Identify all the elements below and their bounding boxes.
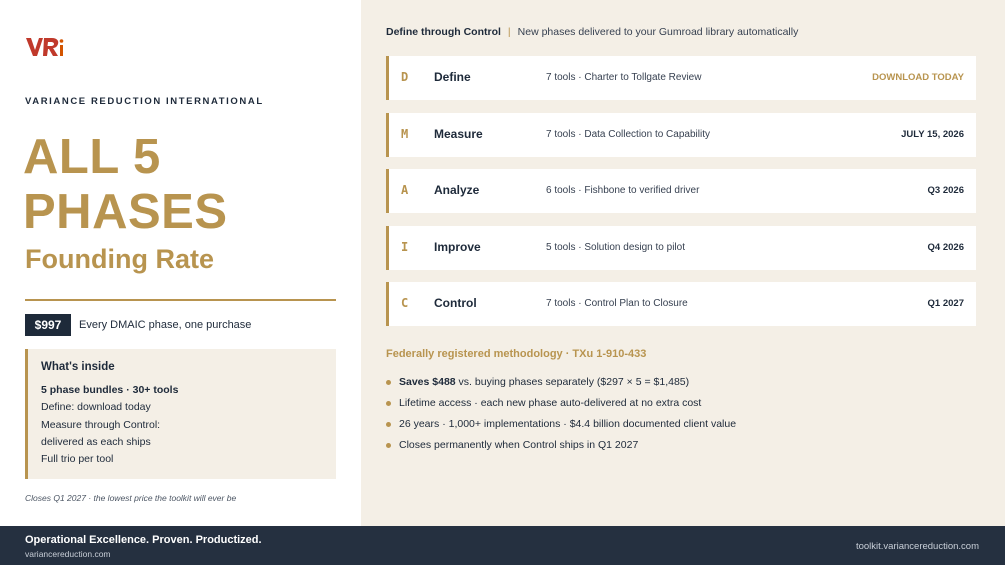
inside-line: Measure through Control: (41, 418, 161, 431)
bullet-dot-icon (386, 401, 391, 406)
phase-letter: D (401, 70, 409, 84)
phase-description: 5 tools · Solution design to pilot (546, 242, 685, 253)
delivery-text: New phases delivered to your Gumroad lib… (517, 26, 799, 38)
phase-date: JULY 15, 2026 (901, 129, 964, 140)
benefit-item: Saves $488 vs. buying phases separately … (386, 372, 736, 393)
benefit-text: vs. buying phases separately ($297 × 5 =… (455, 376, 690, 388)
phase-name: Improve (434, 240, 481, 254)
benefits-list: Saves $488 vs. buying phases separately … (386, 372, 736, 456)
phase-letter: M (401, 127, 409, 141)
phase-name: Define (434, 70, 471, 84)
phase-description: 6 tools · Fishbone to verified driver (546, 185, 700, 196)
bullet-dot-icon (386, 380, 391, 385)
inside-line: delivered as each ships (41, 435, 151, 448)
benefit-text: 26 years · 1,000+ implementations · $4.4… (399, 418, 737, 430)
subhead: Founding Rate (25, 244, 214, 274)
phase-range-label: Define through Control (386, 26, 501, 38)
phase-letter: C (401, 296, 409, 310)
phase-card-analyze: A Analyze 6 tools · Fishbone to verified… (386, 169, 976, 213)
inside-line: 5 phase bundles · 30+ tools (41, 384, 179, 396)
benefit-item: Lifetime access · each new phase auto-de… (386, 393, 736, 414)
phase-date: DOWNLOAD TODAY (872, 72, 964, 83)
benefit-text: Lifetime access · each new phase auto-de… (399, 397, 702, 409)
phase-name: Measure (434, 127, 483, 141)
methodology-heading: Federally registered methodology · TXu 1… (386, 348, 647, 360)
phase-card-improve: I Improve 5 tools · Solution design to p… (386, 226, 976, 270)
phase-delivery-line: Define through Control | New phases delive… (386, 26, 798, 38)
phase-card-measure: M Measure 7 tools · Data Collection to C… (386, 113, 976, 157)
phase-card-define: D Define 7 tools · Charter to Tollgate R… (386, 56, 976, 100)
vri-logo (26, 38, 64, 56)
footer-site: variancereduction.com (25, 549, 111, 559)
benefit-item: Closes permanently when Control ships in… (386, 435, 736, 456)
whats-inside-box: What's inside 5 phase bundles · 30+ tool… (25, 349, 336, 479)
closing-note: Closes Q1 2027 · the lowest price the to… (25, 493, 237, 503)
phase-name: Analyze (434, 183, 480, 197)
footer-tagline: Operational Excellence. Proven. Producti… (25, 534, 262, 546)
company-name: VARIANCE REDUCTION INTERNATIONAL (25, 96, 264, 107)
headline-line-1: ALL 5 (23, 130, 161, 184)
phase-description: 7 tools · Data Collection to Capability (546, 129, 710, 140)
footer-url: toolkit.variancereduction.com (855, 541, 979, 552)
benefit-text: Closes permanently when Control ships in… (399, 439, 639, 451)
divider (25, 299, 336, 301)
phase-letter: I (401, 240, 409, 254)
bullet-dot-icon (386, 443, 391, 448)
phase-description: 7 tools · Control Plan to Closure (546, 298, 688, 309)
separator: | (507, 26, 511, 38)
footer-bar: Operational Excellence. Proven. Producti… (0, 526, 1005, 565)
whats-inside-title: What's inside (41, 361, 115, 373)
phase-date: Q3 2026 (927, 185, 964, 196)
benefit-bold: Saves $488 (399, 376, 456, 388)
price-badge: $997 (25, 314, 71, 336)
phase-name: Control (434, 296, 477, 310)
phase-date: Q1 2027 (927, 298, 964, 309)
benefit-item: 26 years · 1,000+ implementations · $4.4… (386, 414, 736, 435)
right-panel: Define through Control | New phases delive… (361, 0, 1005, 526)
inside-line: Full trio per tool (41, 453, 114, 466)
phase-date: Q4 2026 (927, 242, 964, 253)
left-panel: VARIANCE REDUCTION INTERNATIONAL ALL 5 P… (0, 0, 361, 526)
price-description: Every DMAIC phase, one purchase (79, 319, 252, 331)
phase-description: 7 tools · Charter to Tollgate Review (546, 72, 702, 83)
inside-line: Define: download today (41, 401, 151, 414)
bullet-dot-icon (386, 422, 391, 427)
phase-letter: A (401, 183, 409, 197)
headline: ALL 5 PHASES (23, 130, 228, 240)
headline-line-2: PHASES (23, 185, 228, 239)
phase-card-control: C Control 7 tools · Control Plan to Clos… (386, 282, 976, 326)
